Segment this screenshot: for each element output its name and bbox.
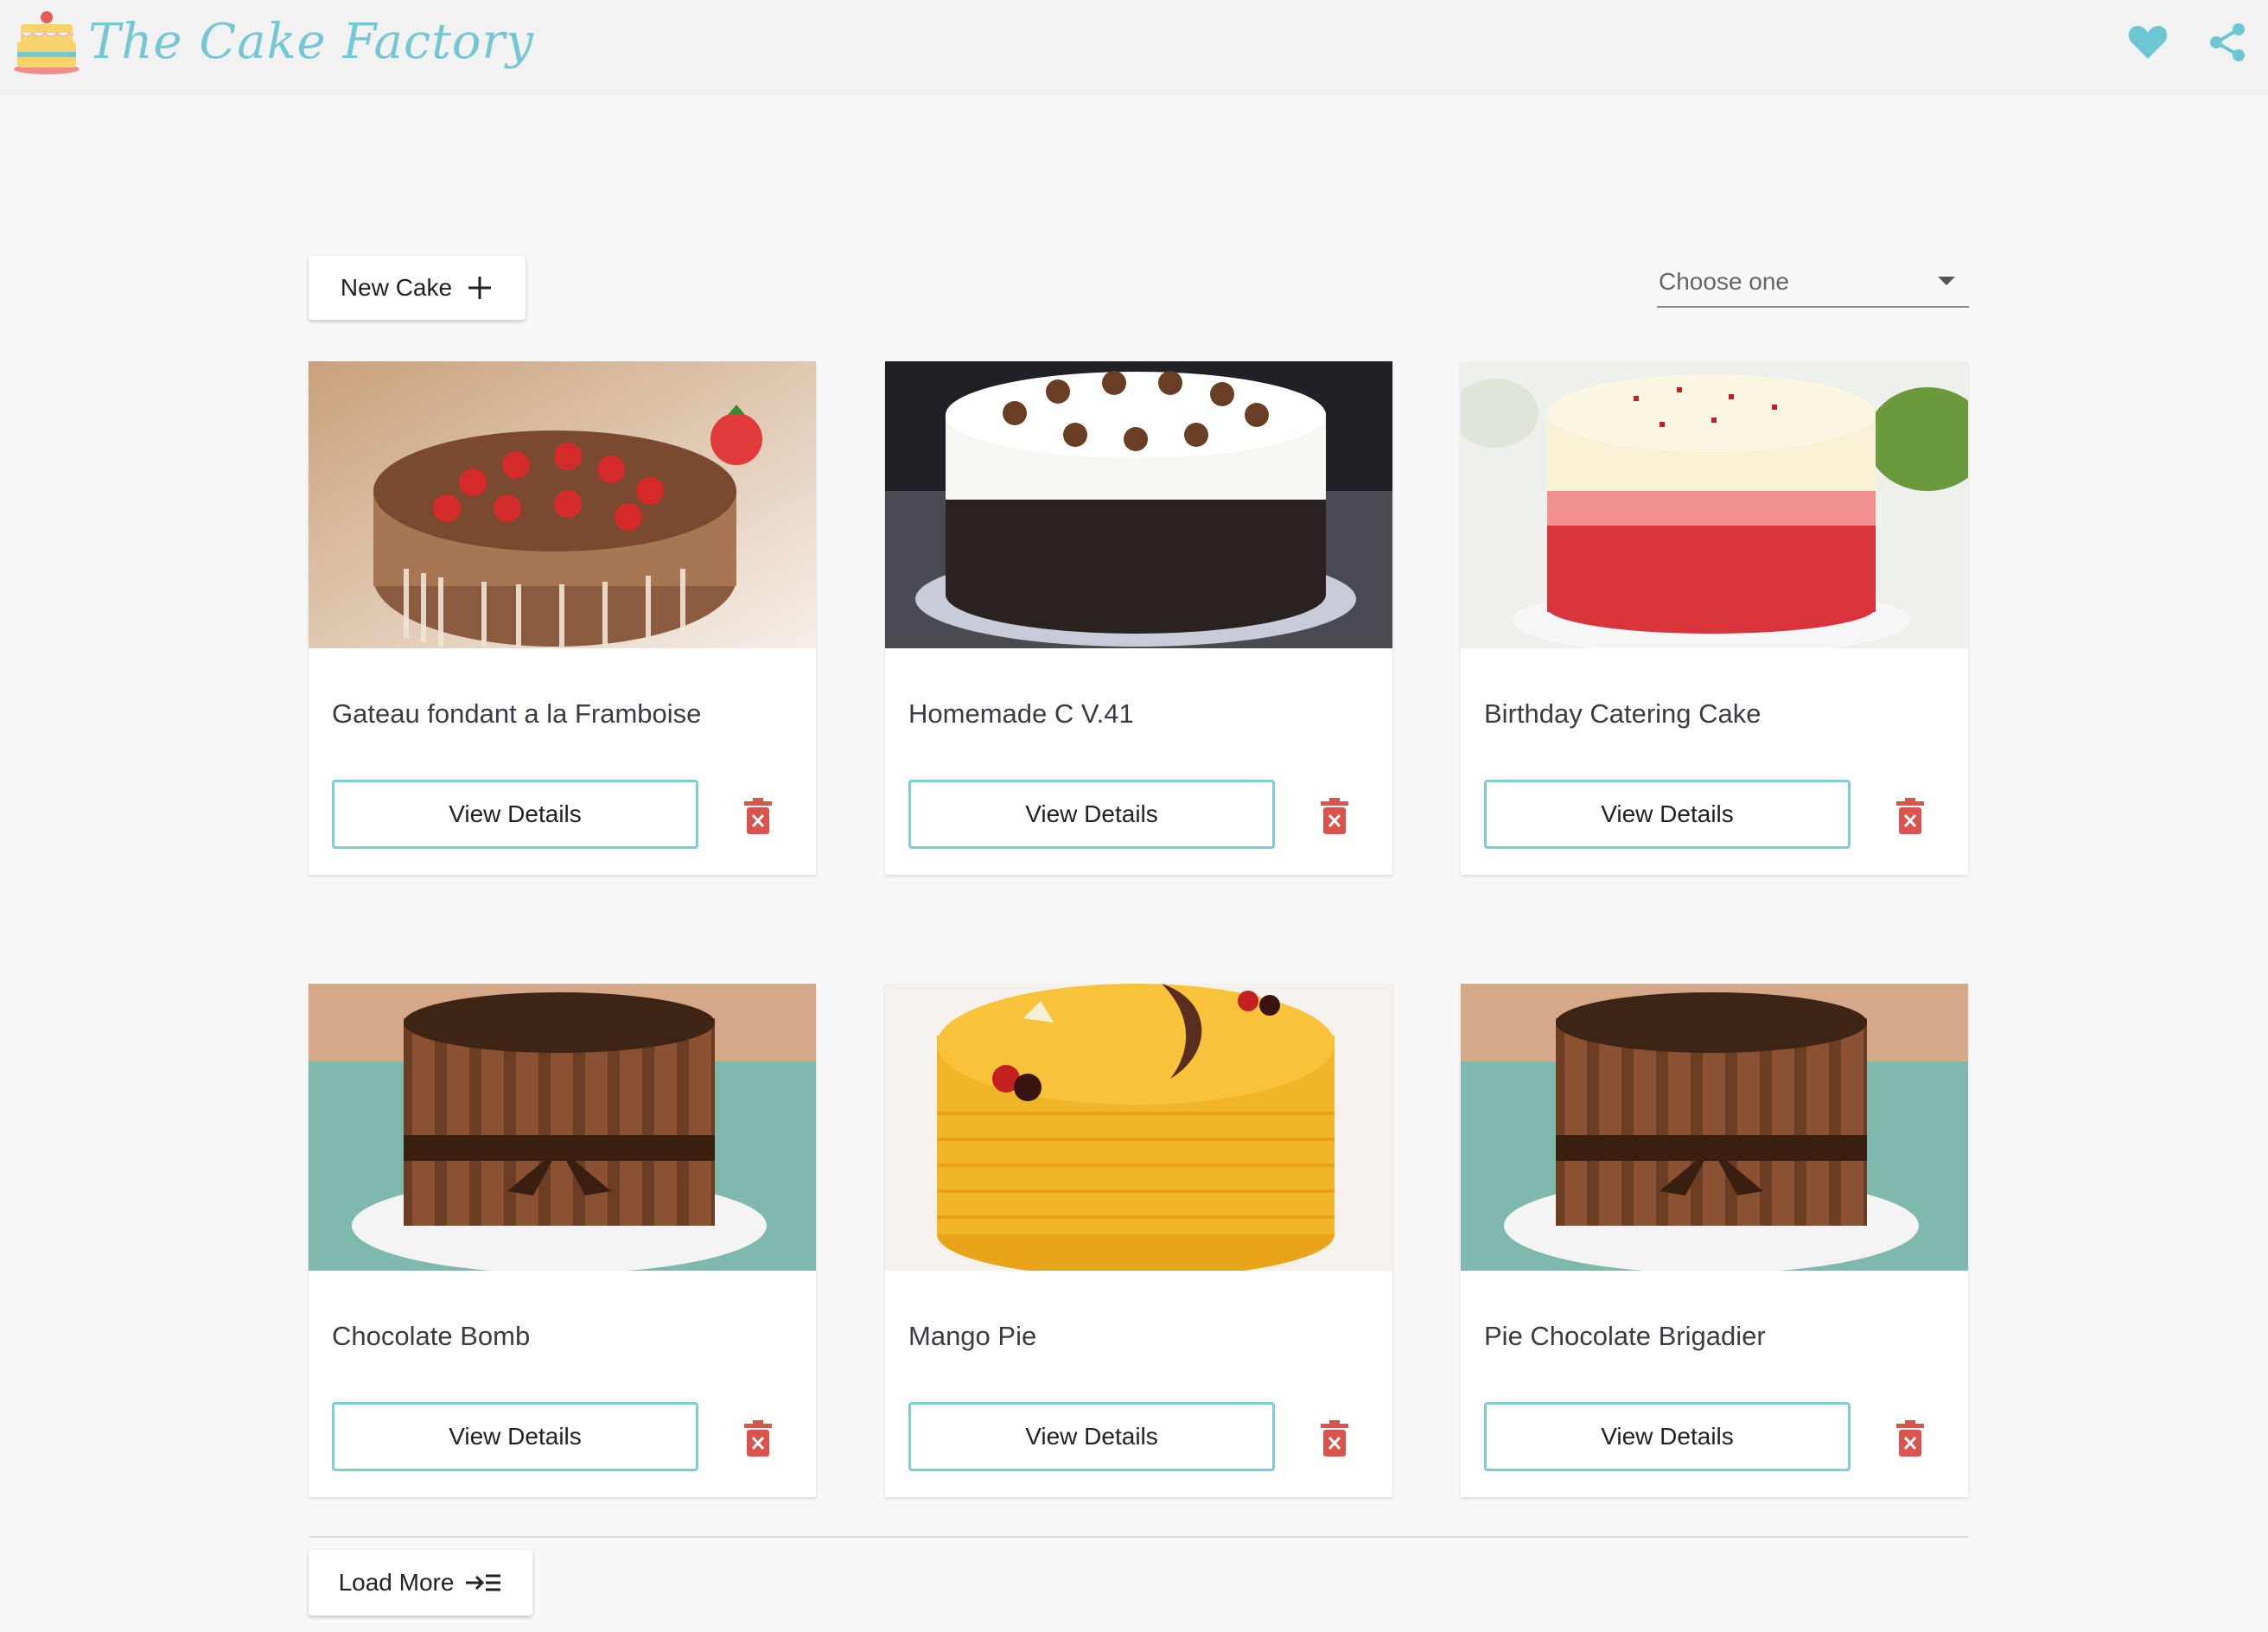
view-details-button[interactable]: View Details	[332, 1402, 698, 1471]
cake-card: Homemade C V.41 View Details	[885, 361, 1392, 875]
cake-card: Birthday Catering Cake View Details	[1461, 361, 1968, 875]
brand-name: The Cake Factory	[88, 13, 534, 70]
cake-card: Mango Pie View Details	[885, 984, 1392, 1497]
cake-title: Chocolate Bomb	[332, 1321, 531, 1351]
delete-icon[interactable]	[741, 798, 775, 836]
cake-logo-icon	[14, 11, 80, 74]
view-details-button[interactable]: View Details	[1484, 780, 1851, 849]
cake-title: Birthday Catering Cake	[1484, 698, 1762, 729]
view-details-button[interactable]: View Details	[908, 1402, 1275, 1471]
load-more-label: Load More	[338, 1569, 455, 1596]
cake-image	[309, 984, 816, 1271]
delete-icon[interactable]	[1317, 798, 1352, 836]
share-icon[interactable]	[2206, 21, 2249, 64]
delete-icon[interactable]	[1893, 1420, 1927, 1458]
chevron-down-icon	[1938, 277, 1955, 285]
view-details-button[interactable]: View Details	[908, 780, 1275, 849]
view-details-button[interactable]: View Details	[1484, 1402, 1851, 1471]
cake-image	[1461, 361, 1968, 648]
cake-title: Pie Chocolate Brigadier	[1484, 1321, 1766, 1351]
view-details-button[interactable]: View Details	[332, 780, 698, 849]
delete-icon[interactable]	[1317, 1420, 1352, 1458]
delete-icon[interactable]	[741, 1420, 775, 1458]
cake-image	[885, 984, 1392, 1271]
new-cake-button[interactable]: New Cake	[309, 256, 526, 320]
cake-image	[1461, 984, 1968, 1271]
cake-image	[309, 361, 816, 648]
delete-icon[interactable]	[1893, 798, 1927, 836]
divider	[309, 1536, 1969, 1538]
load-more-icon	[466, 1574, 501, 1591]
cake-card: Chocolate Bomb View Details	[309, 984, 816, 1497]
filter-select-value: Choose one	[1659, 268, 1790, 295]
brand-logo[interactable]: The Cake Factory	[12, 7, 534, 76]
cake-card: Gateau fondant a la Framboise View Detai…	[309, 361, 816, 875]
cake-title: Homemade C V.41	[908, 698, 1134, 729]
cake-title: Mango Pie	[908, 1321, 1037, 1351]
top-bar: The Cake Factory	[0, 0, 2268, 95]
plus-icon	[468, 277, 492, 299]
new-cake-label: New Cake	[340, 274, 453, 301]
cake-image	[885, 361, 1392, 648]
load-more-button[interactable]: Load More	[309, 1550, 532, 1616]
cake-title: Gateau fondant a la Framboise	[332, 698, 702, 729]
heart-icon[interactable]	[2126, 21, 2169, 64]
cake-card: Pie Chocolate Brigadier View Details	[1461, 984, 1968, 1497]
filter-select[interactable]: Choose one	[1657, 259, 1969, 308]
